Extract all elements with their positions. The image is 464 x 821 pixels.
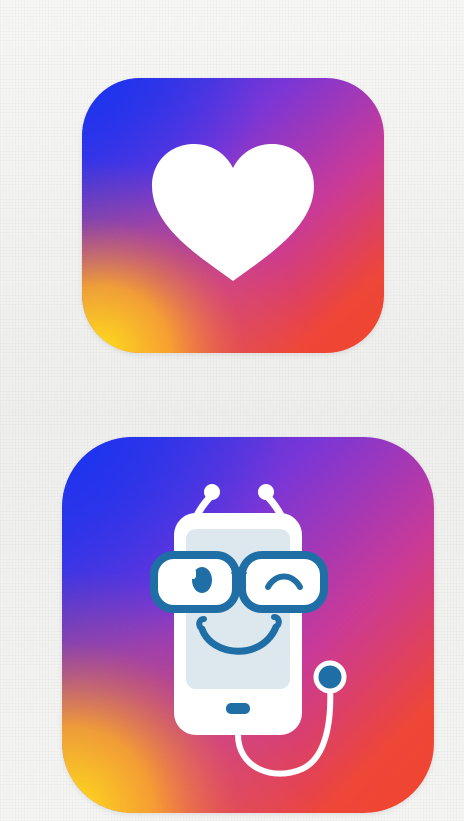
doctor-phone-app-icon[interactable] (62, 437, 434, 813)
doctor-phone-icon (62, 437, 434, 813)
heart-app-icon[interactable] (82, 78, 384, 353)
heart-icon (82, 78, 384, 353)
home-screen (0, 0, 464, 821)
